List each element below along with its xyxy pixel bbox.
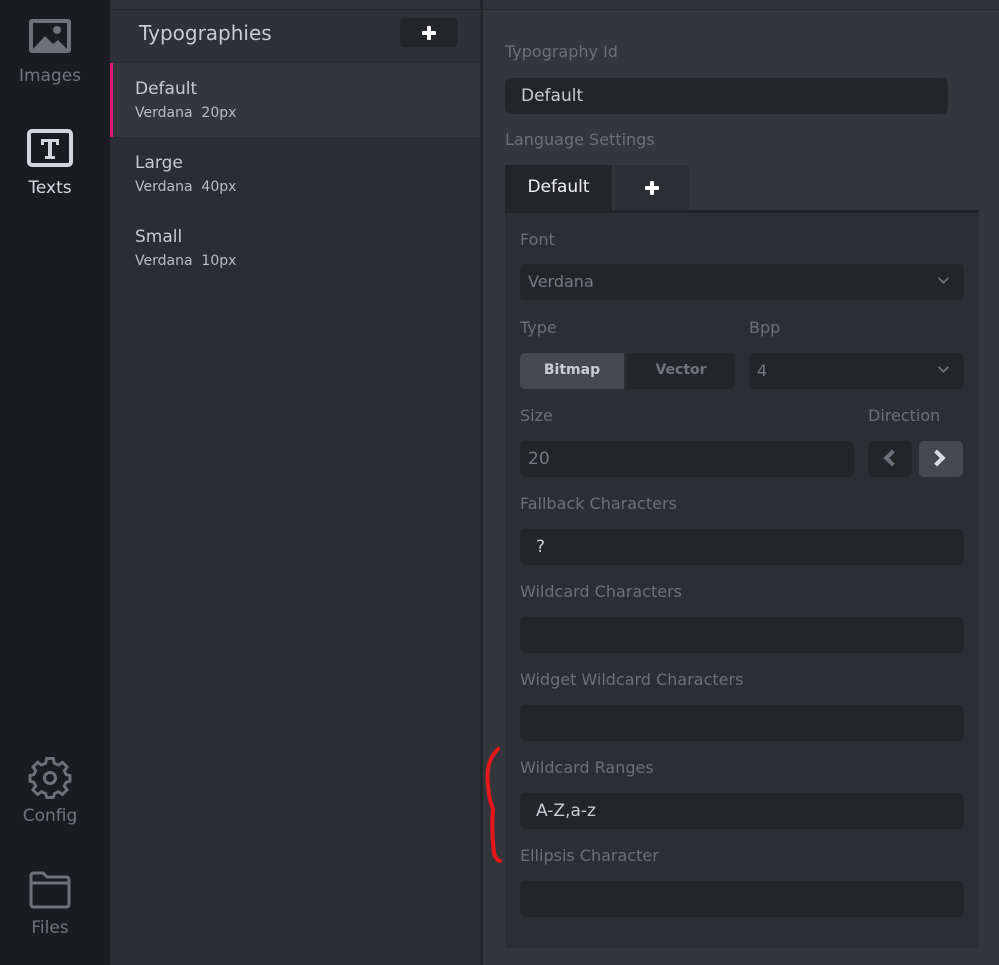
typography-meta: Verdana 40px [135,179,237,195]
typography-name: Small [135,227,183,247]
typography-id-label: Typography Id [505,42,618,61]
type-bitmap-label: Bitmap [543,362,601,378]
typography-meta: Verdana 10px [135,253,237,269]
chevron-right-icon [928,449,946,467]
wildcard-ranges-value: A-Z,a-z [536,801,596,821]
typography-name: Large [135,153,183,173]
direction-rtl-button[interactable] [919,441,963,477]
chevron-left-icon [883,449,901,467]
size-value: 20 [528,449,550,469]
typography-detail-panel: Typography Id Default Language Settings … [483,0,999,965]
panel-top-strip [110,0,480,10]
add-language-tab-button[interactable] [615,165,689,210]
nav-item-files[interactable]: Files [0,868,100,938]
typographies-title: Typographies [139,21,272,45]
wildcard-characters-input[interactable] [520,617,964,653]
wildcard-characters-label: Wildcard Characters [520,582,682,601]
typography-item-default[interactable]: Default Verdana 20px [110,63,480,137]
nav-rail: Images Texts Config Files [0,0,110,965]
chevron-down-icon [938,273,949,284]
typographies-header: Typographies [110,10,480,62]
add-typography-button[interactable] [400,18,458,47]
size-label: Size [520,406,553,425]
nav-item-images[interactable]: Images [0,16,100,86]
ellipsis-character-input[interactable] [520,881,964,917]
typography-item-small[interactable]: Small Verdana 10px [110,211,480,285]
type-vector-button[interactable]: Vector [627,353,735,389]
font-select[interactable]: Verdana [520,264,964,300]
font-value: Verdana [528,272,594,291]
typography-meta: Verdana 20px [135,105,237,121]
typography-id-input[interactable]: Default [505,78,948,114]
fallback-characters-input[interactable]: ? [520,529,964,565]
tab-default[interactable]: Default [505,165,612,210]
direction-ltr-button[interactable] [868,441,912,477]
font-label: Font [520,230,555,249]
plus-icon [422,25,436,40]
widget-wildcard-characters-input[interactable] [520,705,964,741]
wildcard-ranges-input[interactable]: A-Z,a-z [520,793,964,829]
bpp-label: Bpp [749,318,781,337]
typography-id-value: Default [521,86,584,106]
folder-icon [29,871,71,909]
type-bitmap-button[interactable]: Bitmap [520,353,624,389]
nav-item-label: Images [18,66,82,86]
tab-label: Default [527,177,590,197]
text-icon [27,129,73,167]
image-icon [29,19,71,53]
nav-item-texts[interactable]: Texts [0,128,100,198]
direction-label: Direction [868,406,941,425]
language-settings-box: Font Verdana Type Bitmap Vector Bpp 4 Si… [505,210,979,948]
bpp-value: 4 [757,361,768,380]
size-input[interactable]: 20 [520,441,854,477]
widget-wildcard-characters-label: Widget Wildcard Characters [520,670,744,689]
typography-item-large[interactable]: Large Verdana 40px [110,137,480,211]
ellipsis-character-label: Ellipsis Character [520,846,659,865]
panel-top-strip [483,0,999,10]
nav-item-label: Texts [28,178,72,198]
nav-item-config[interactable]: Config [0,756,100,826]
wildcard-ranges-label: Wildcard Ranges [520,758,654,777]
type-vector-label: Vector [655,362,707,378]
bpp-select[interactable]: 4 [749,353,964,389]
nav-item-label: Config [22,806,78,826]
chevron-down-icon [938,362,949,373]
gear-icon [28,757,72,799]
language-settings-label: Language Settings [505,130,655,149]
plus-icon [645,180,659,195]
typographies-panel: Typographies Default Verdana 20px Large … [110,0,480,965]
fallback-characters-value: ? [536,537,546,557]
fallback-characters-label: Fallback Characters [520,494,677,513]
typography-name: Default [135,79,198,99]
type-label: Type [520,318,557,337]
nav-item-label: Files [31,918,69,938]
